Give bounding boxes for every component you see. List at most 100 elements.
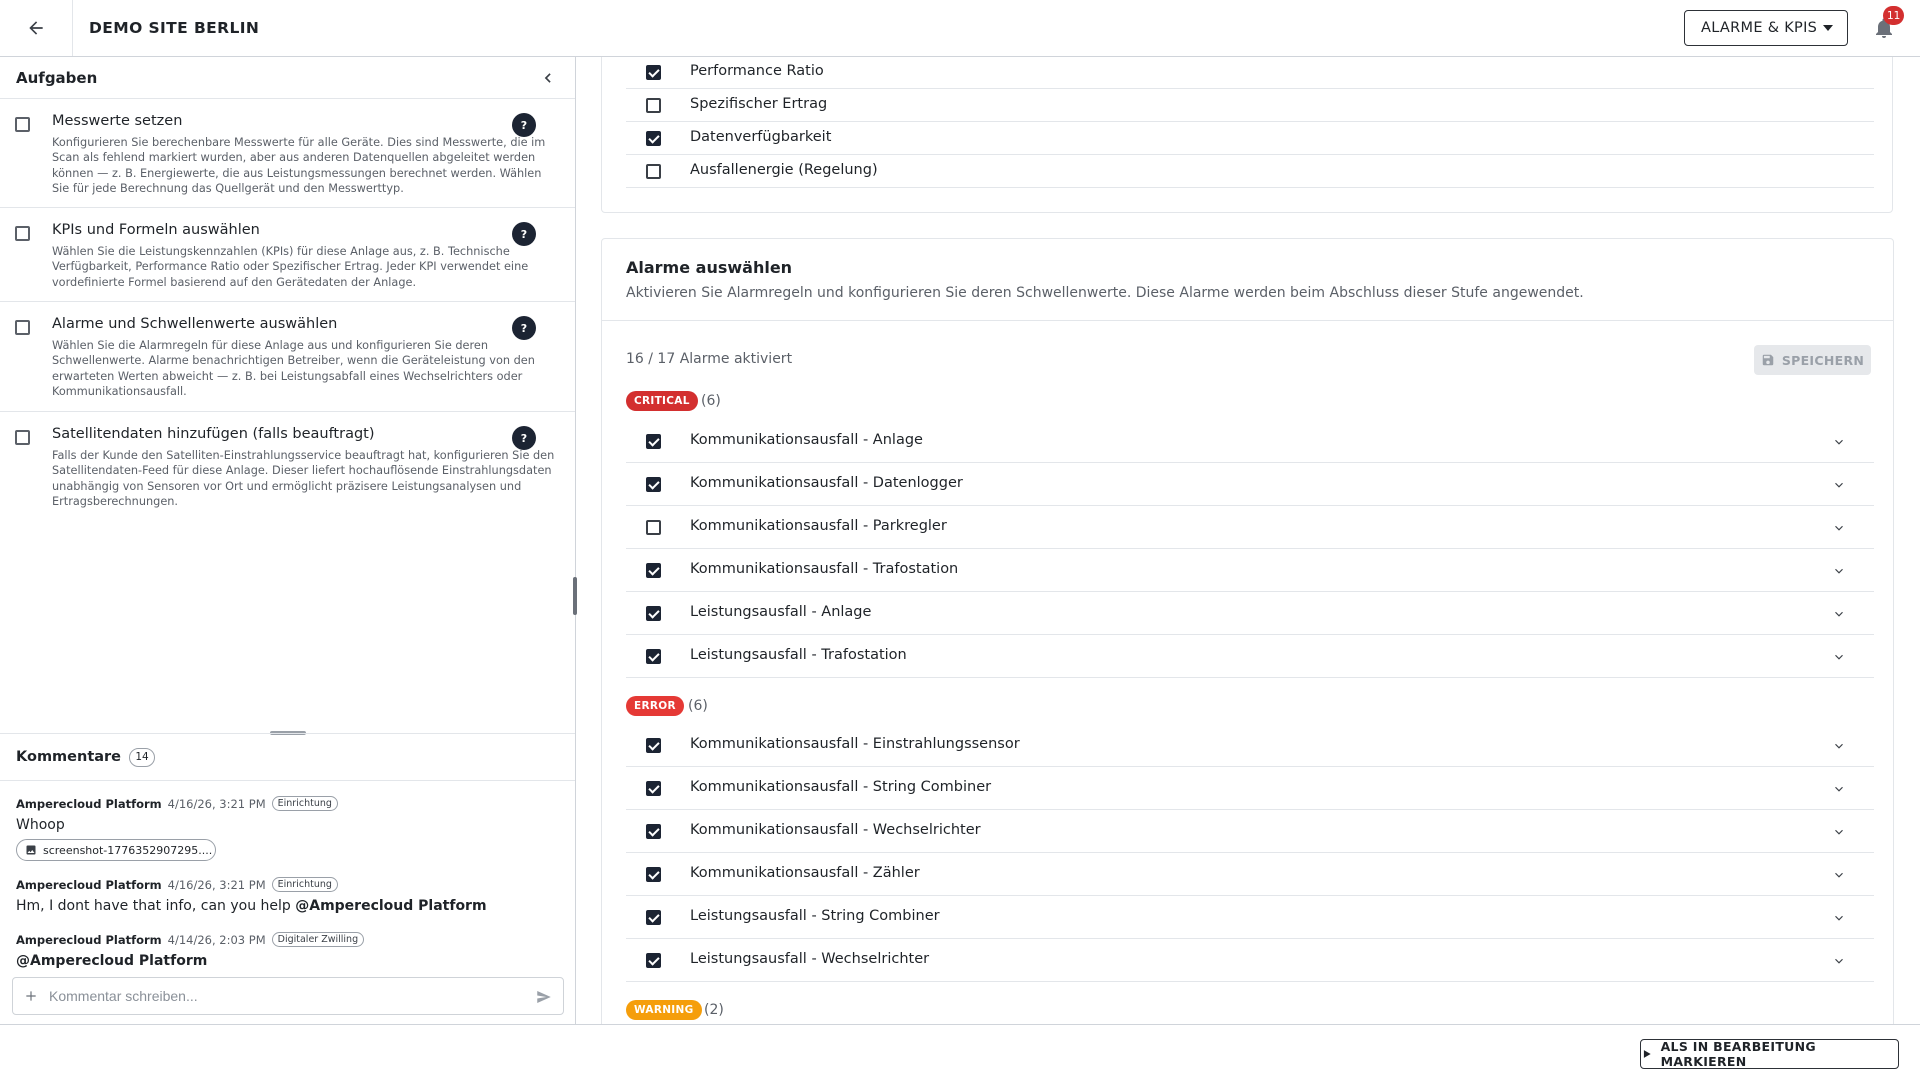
comments-header: Kommentare 14	[0, 733, 575, 781]
arrow-left-icon	[29, 21, 43, 35]
chevron-down-icon[interactable]	[1832, 650, 1846, 664]
alarm-card-subtitle: Aktivieren Sie Alarmregeln und konfiguri…	[626, 285, 1584, 301]
chevron-left-icon[interactable]	[538, 68, 558, 88]
chevron-down-icon[interactable]	[1832, 911, 1846, 925]
comment-date: 4/16/26, 3:21 PM	[167, 796, 266, 811]
bottom-bar: ALS IN BEARBEITUNG MARKIEREN	[0, 1024, 1920, 1080]
alarm-checkbox[interactable]	[646, 563, 661, 578]
notification-badge: 11	[1883, 6, 1905, 25]
kpi-checkbox[interactable]	[646, 164, 661, 179]
mention-link[interactable]: @Amperecloud Platform	[295, 898, 486, 914]
mark-in-progress-button[interactable]: ALS IN BEARBEITUNG MARKIEREN	[1640, 1039, 1899, 1069]
chevron-down-icon[interactable]	[1832, 954, 1846, 968]
chevron-down-icon[interactable]	[1832, 564, 1846, 578]
image-icon	[26, 845, 36, 855]
alarm-card-title: Alarme auswählen	[626, 258, 793, 277]
chevron-down-icon[interactable]	[1832, 739, 1846, 753]
kpi-label: Spezifischer Ertrag	[690, 96, 828, 112]
chevron-down-icon[interactable]	[1832, 782, 1846, 796]
alarm-label: Kommunikationsausfall - Datenlogger	[690, 475, 963, 491]
help-icon[interactable]: ?	[512, 316, 536, 340]
alarm-label: Leistungsausfall - Wechselrichter	[690, 951, 930, 967]
task-description: Wählen Sie die Alarmregeln für diese Anl…	[52, 339, 535, 398]
attachment-name: screenshot-1776352907295....	[43, 843, 213, 857]
comment-input[interactable]	[49, 988, 509, 1004]
alarm-label: Kommunikationsausfall - Wechselrichter	[690, 822, 981, 838]
stage-select[interactable]: ALARME & KPIS	[1684, 10, 1848, 46]
tasks-title: Aufgaben	[16, 68, 98, 87]
save-icon	[1762, 354, 1774, 366]
tasks-header: Aufgaben	[0, 57, 575, 99]
task-item: Messwerte setzen Konfigurieren Sie berec…	[0, 99, 575, 208]
alarm-checkbox[interactable]	[646, 867, 661, 882]
kpi-checkbox[interactable]	[646, 65, 661, 80]
comments-count-badge: 14	[129, 747, 156, 767]
task-title: Alarme und Schwellenwerte auswählen	[52, 316, 338, 332]
alarm-activated-count: 16 / 17 Alarme aktiviert	[626, 351, 793, 367]
back-button[interactable]	[0, 0, 73, 56]
severity-badge-error: ERROR	[626, 696, 684, 716]
chevron-down-icon[interactable]	[1832, 521, 1846, 535]
severity-count: (2)	[704, 1002, 724, 1018]
alarm-checkbox[interactable]	[646, 434, 661, 449]
comment-author: Amperecloud Platform	[16, 932, 162, 947]
alarm-checkbox[interactable]	[646, 824, 661, 839]
comments-title: Kommentare	[16, 749, 122, 765]
task-item: Satellitendaten hinzufügen (falls beauft…	[0, 412, 575, 522]
task-description: Falls der Kunde den Satelliten-Einstrahl…	[52, 449, 555, 508]
mark-in-progress-label: ALS IN BEARBEITUNG MARKIEREN	[1660, 1039, 1816, 1069]
task-item: Alarme und Schwellenwerte auswählen Wähl…	[0, 302, 575, 412]
alarm-checkbox[interactable]	[646, 910, 661, 925]
mention-link[interactable]: @Amperecloud Platform	[16, 953, 207, 969]
task-title: Satellitendaten hinzufügen (falls beauft…	[52, 426, 375, 442]
task-checkbox[interactable]	[15, 320, 30, 335]
task-description: Konfigurieren Sie berechenbare Messwerte…	[52, 136, 546, 195]
tasks-panel: Aufgaben Messwerte setzen Konfigurieren …	[0, 57, 577, 1024]
chevron-down-icon[interactable]	[1832, 607, 1846, 621]
save-button[interactable]: SPEICHERN	[1754, 345, 1871, 375]
comment-date: 4/16/26, 3:21 PM	[167, 877, 266, 892]
alarm-label: Leistungsausfall - Anlage	[690, 604, 872, 620]
comment-tag: Einrichtung	[271, 796, 338, 811]
alarm-checkbox[interactable]	[646, 520, 661, 535]
alarm-label: Kommunikationsausfall - Parkregler	[690, 518, 947, 534]
task-checkbox[interactable]	[15, 430, 30, 445]
add-attachment-button[interactable]	[13, 989, 49, 1003]
attachment-chip[interactable]: screenshot-1776352907295....	[16, 839, 216, 861]
alarm-checkbox[interactable]	[646, 781, 661, 796]
chevron-down-icon[interactable]	[1832, 435, 1846, 449]
comment-item: Amperecloud Platform 4/16/26, 3:21 PM Ei…	[16, 796, 556, 861]
task-checkbox[interactable]	[15, 226, 30, 241]
kpi-checkbox[interactable]	[646, 98, 661, 113]
alarm-checkbox[interactable]	[646, 477, 661, 492]
stage-select-value: ALARME & KPIS	[1701, 20, 1818, 36]
help-icon[interactable]: ?	[512, 113, 536, 137]
alarm-label: Kommunikationsausfall - Anlage	[690, 432, 923, 448]
send-icon[interactable]	[535, 988, 553, 1006]
task-title: KPIs und Formeln auswählen	[52, 222, 260, 238]
alarm-label: Kommunikationsausfall - String Combiner	[690, 779, 992, 795]
comment-date: 4/14/26, 2:03 PM	[167, 932, 266, 947]
comment-text: Hm, I dont have that info, can you help …	[16, 898, 556, 914]
comment-item: Amperecloud Platform 4/16/26, 3:21 PM Ei…	[16, 877, 556, 914]
alarm-checkbox[interactable]	[646, 649, 661, 664]
comment-text: @Amperecloud Platform	[16, 953, 556, 969]
alarm-checkbox[interactable]	[646, 738, 661, 753]
alarm-card-header: Alarme auswählen Aktivieren Sie Alarmreg…	[602, 239, 1893, 321]
task-checkbox[interactable]	[15, 117, 30, 132]
play-icon	[1643, 1050, 1651, 1058]
alarm-checkbox[interactable]	[646, 953, 661, 968]
kpi-checkbox[interactable]	[646, 131, 661, 146]
chevron-down-icon[interactable]	[1832, 868, 1846, 882]
comment-text-body: Hm, I dont have that info, can you help	[16, 898, 296, 914]
chevron-down-icon[interactable]	[1832, 825, 1846, 839]
comment-tag: Einrichtung	[271, 877, 338, 892]
severity-count: (6)	[688, 698, 708, 714]
alarm-checkbox[interactable]	[646, 606, 661, 621]
help-icon[interactable]: ?	[512, 426, 536, 450]
task-title: Messwerte setzen	[52, 113, 183, 129]
alarm-label: Leistungsausfall - Trafostation	[690, 647, 907, 663]
task-description: Wählen Sie die Leistungskennzahlen (KPIs…	[52, 245, 529, 289]
chevron-down-icon[interactable]	[1832, 478, 1846, 492]
help-icon[interactable]: ?	[512, 222, 536, 246]
